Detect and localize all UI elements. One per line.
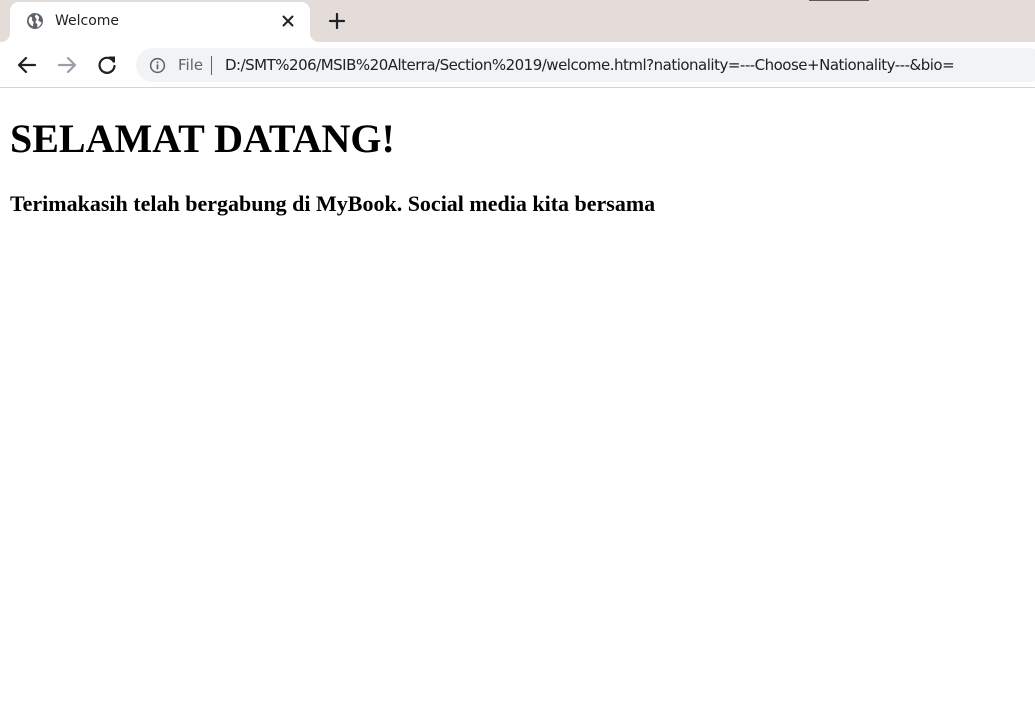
close-icon[interactable] (280, 13, 296, 29)
plus-icon[interactable] (325, 9, 349, 33)
tab-welcome[interactable]: Welcome (10, 2, 310, 42)
tab-strip: Welcome (0, 0, 1035, 42)
scheme-separator (211, 56, 212, 75)
page-content: SELAMAT DATANG! Terimakasih telah bergab… (0, 89, 1035, 717)
tab-title: Welcome (55, 13, 120, 29)
welcome-message: Terimakasih telah bergabung di MyBook. S… (10, 191, 656, 216)
info-icon[interactable] (149, 57, 166, 74)
address-bar[interactable]: File D:/SMT%206/MSIB%20Alterra/Section%2… (136, 48, 1035, 82)
arrow-right-icon[interactable] (55, 53, 79, 77)
arrow-left-icon[interactable] (15, 53, 39, 77)
globe-icon (27, 13, 43, 29)
reload-icon[interactable] (95, 53, 119, 77)
page-title: SELAMAT DATANG! (10, 116, 395, 161)
url-text[interactable]: D:/SMT%206/MSIB%20Alterra/Section%2019/w… (225, 56, 1035, 74)
scheme-label: File (178, 56, 204, 74)
window-top-indicator (809, 0, 869, 1)
browser-toolbar: File D:/SMT%206/MSIB%20Alterra/Section%2… (0, 42, 1035, 88)
